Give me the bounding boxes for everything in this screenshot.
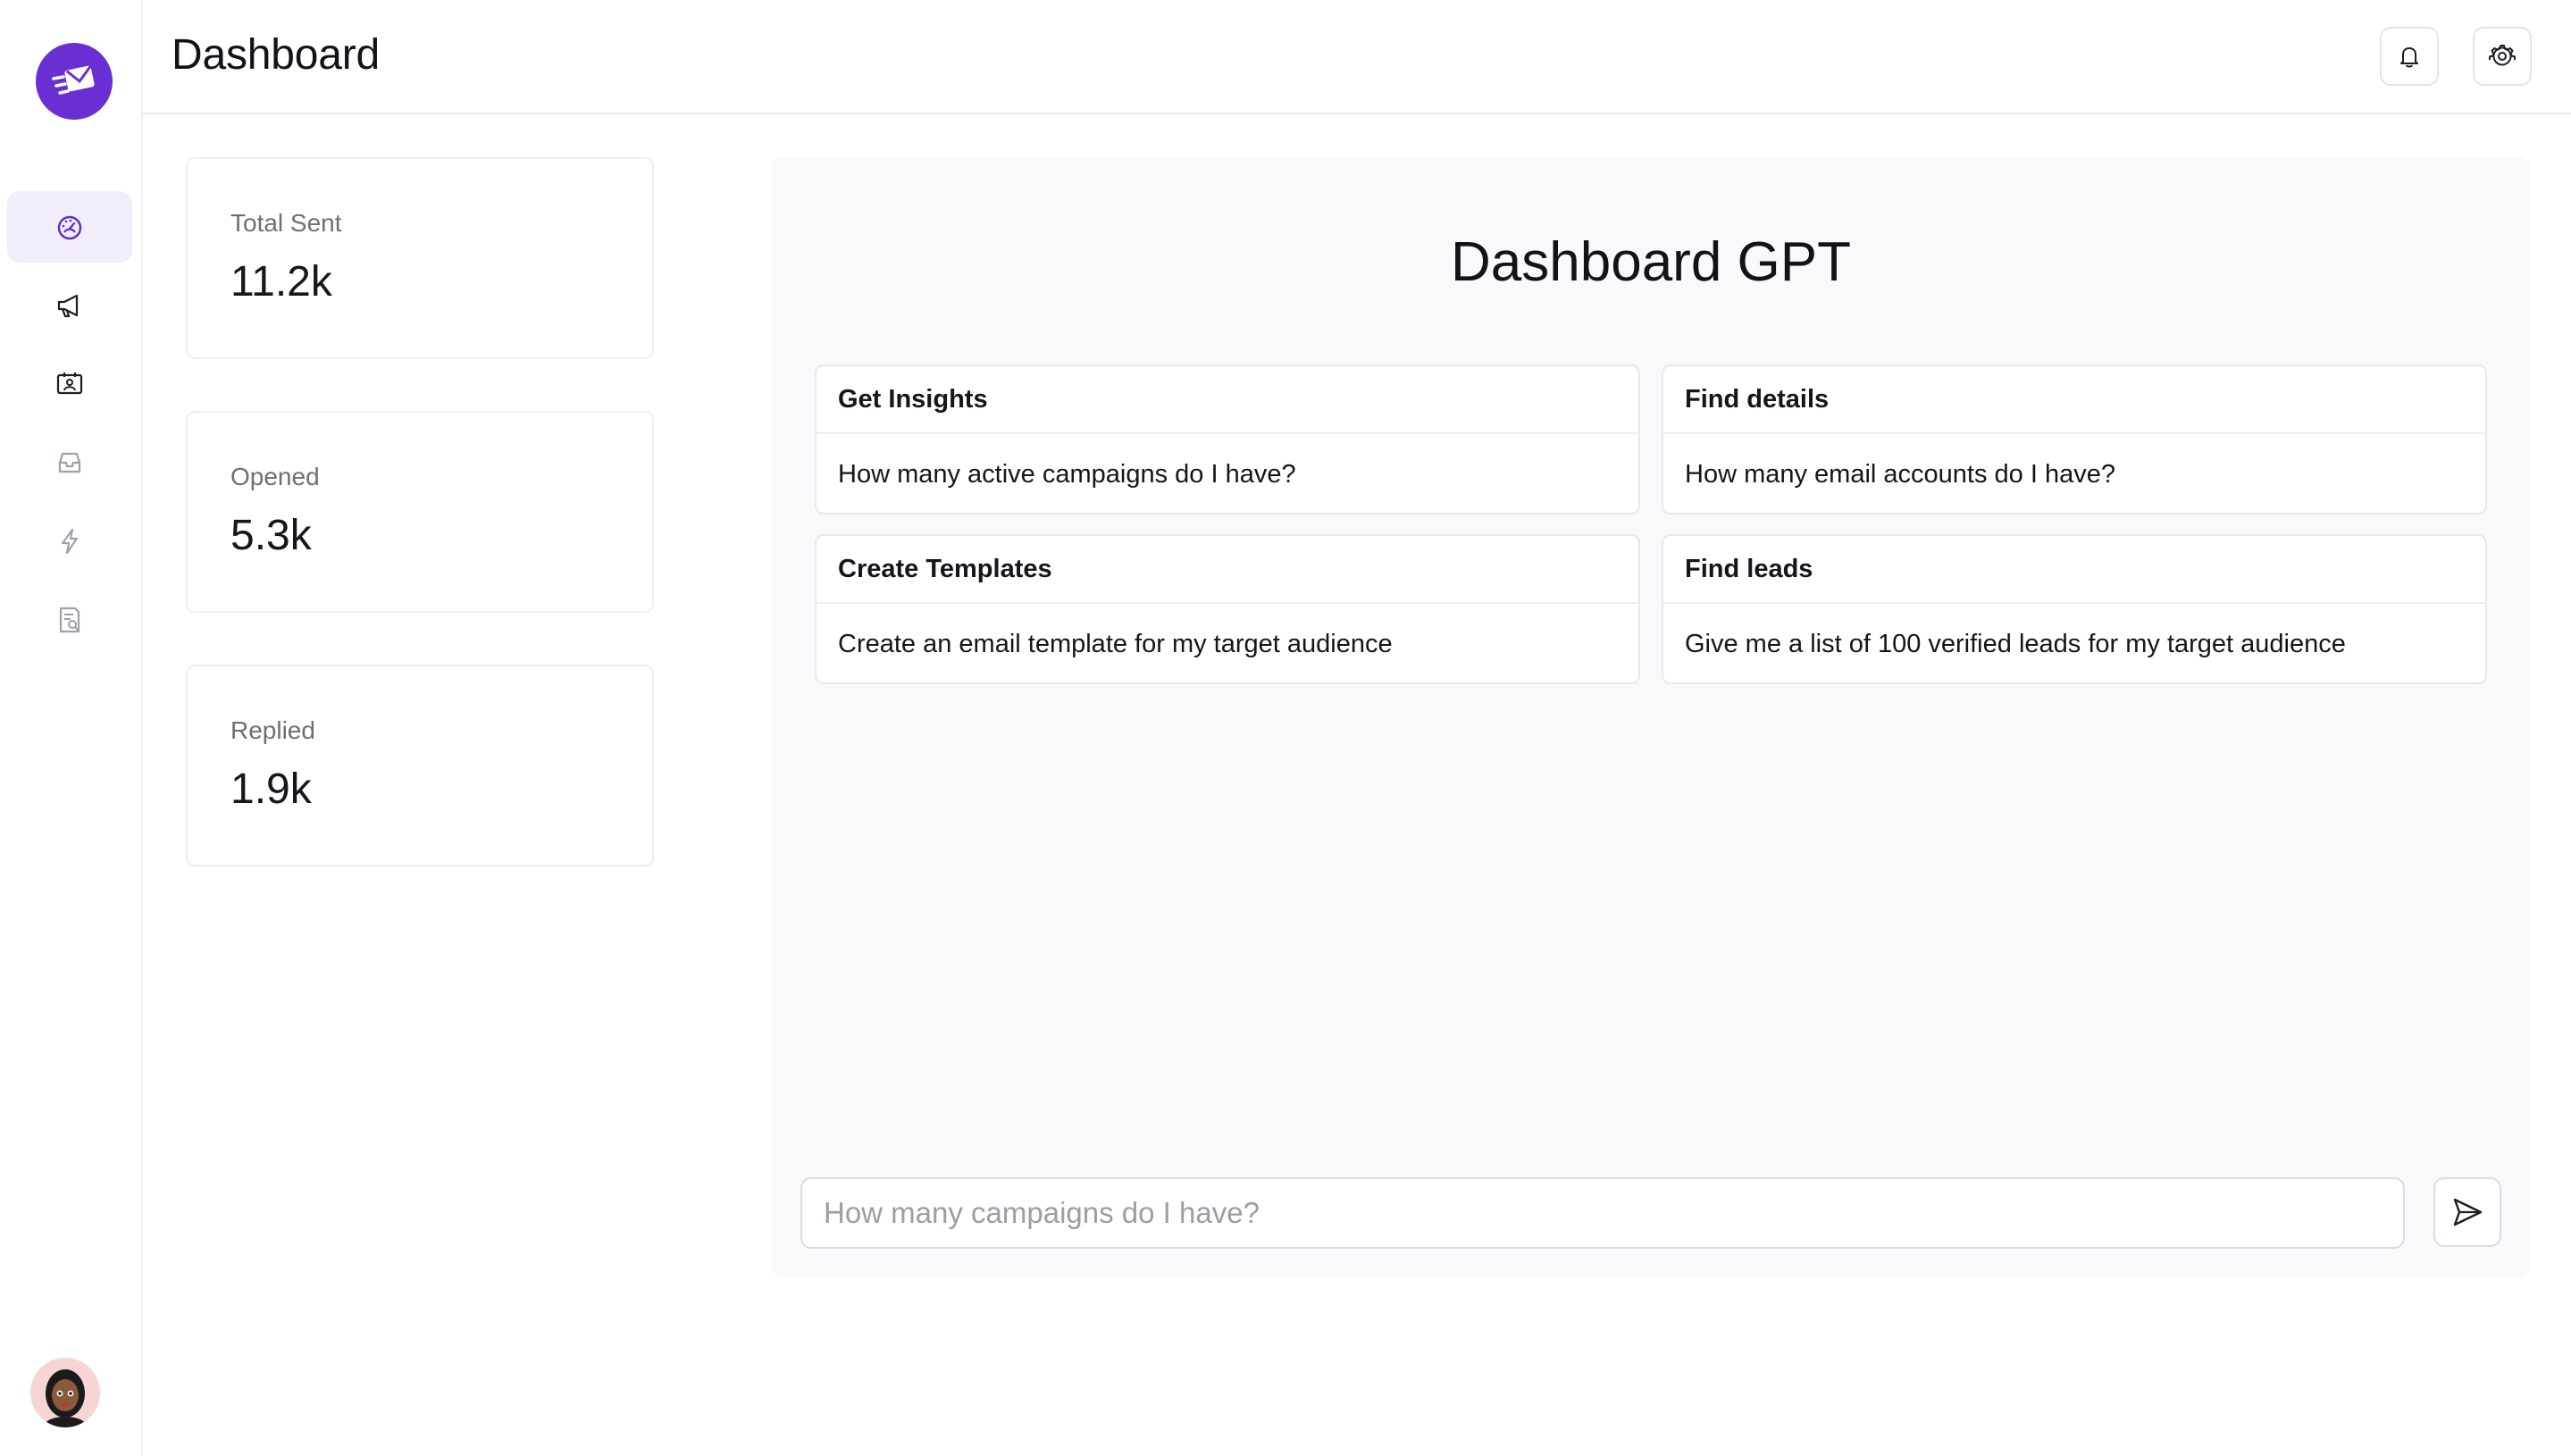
notifications-button[interactable] bbox=[2380, 27, 2439, 86]
prompt-card-text: How many email accounts do I have? bbox=[1685, 459, 2115, 489]
user-avatar[interactable] bbox=[30, 1358, 100, 1427]
prompt-card-get-insights[interactable]: Get Insights How many active campaigns d… bbox=[815, 364, 1640, 515]
prompt-card-title: Get Insights bbox=[817, 366, 1638, 434]
sidebar-item-dashboard[interactable] bbox=[7, 191, 132, 263]
send-icon bbox=[2453, 1198, 2483, 1226]
stat-label: Replied bbox=[230, 716, 315, 744]
stat-label: Total Sent bbox=[230, 209, 342, 237]
prompt-card-create-templates[interactable]: Create Templates Create an email templat… bbox=[815, 534, 1640, 684]
stat-value: 11.2k bbox=[230, 258, 332, 305]
gear-icon bbox=[2489, 45, 2516, 66]
settings-button[interactable] bbox=[2473, 27, 2532, 86]
sidebar-item-contacts[interactable] bbox=[7, 348, 132, 420]
stat-card-replied: Replied 1.9k bbox=[186, 665, 654, 866]
prompt-card-text: How many active campaigns do I have? bbox=[838, 459, 1296, 489]
send-button[interactable] bbox=[2433, 1177, 2501, 1247]
user-avatar-illustration bbox=[30, 1358, 100, 1427]
prompt-card-title: Find details bbox=[1663, 366, 2485, 434]
prompt-card-text: Give me a list of 100 verified leads for… bbox=[1685, 629, 2346, 658]
stat-label: Opened bbox=[230, 463, 320, 490]
sidebar-item-automations[interactable] bbox=[7, 506, 132, 577]
dashboard-gpt-panel: Dashboard GPT Get Insights How many acti… bbox=[772, 157, 2530, 1277]
contacts-card-icon bbox=[56, 372, 83, 395]
prompt-card-title: Create Templates bbox=[817, 536, 1638, 604]
stat-value: 1.9k bbox=[230, 766, 312, 813]
inbox-icon bbox=[58, 452, 81, 473]
chat-input[interactable] bbox=[800, 1177, 2405, 1249]
prompt-card-title: Find leads bbox=[1663, 536, 2485, 604]
gpt-title: Dashboard GPT bbox=[1451, 231, 1851, 293]
sidebar-item-campaigns[interactable] bbox=[7, 270, 132, 341]
prompt-card-find-details[interactable]: Find details How many email accounts do … bbox=[1662, 364, 2487, 515]
prompt-card-text: Create an email template for my target a… bbox=[838, 629, 1393, 658]
prompt-card-find-leads[interactable]: Find leads Give me a list of 100 verifie… bbox=[1662, 534, 2487, 684]
sidebar-item-inbox[interactable] bbox=[7, 427, 132, 498]
bell-icon bbox=[2400, 47, 2418, 68]
sidebar bbox=[0, 0, 143, 1456]
megaphone-icon bbox=[57, 294, 79, 318]
document-search-icon bbox=[59, 607, 80, 633]
stat-value: 5.3k bbox=[230, 512, 312, 559]
lightning-icon bbox=[61, 528, 79, 555]
mail-send-icon bbox=[52, 63, 95, 95]
app-logo[interactable] bbox=[36, 43, 113, 120]
top-bar: Dashboard bbox=[143, 0, 2571, 114]
page-title: Dashboard bbox=[172, 31, 381, 79]
dashboard-gauge-icon bbox=[57, 215, 82, 240]
stat-card-opened: Opened 5.3k bbox=[186, 411, 654, 613]
sidebar-item-lead-finder[interactable] bbox=[7, 584, 132, 656]
stat-card-total-sent: Total Sent 11.2k bbox=[186, 157, 654, 359]
